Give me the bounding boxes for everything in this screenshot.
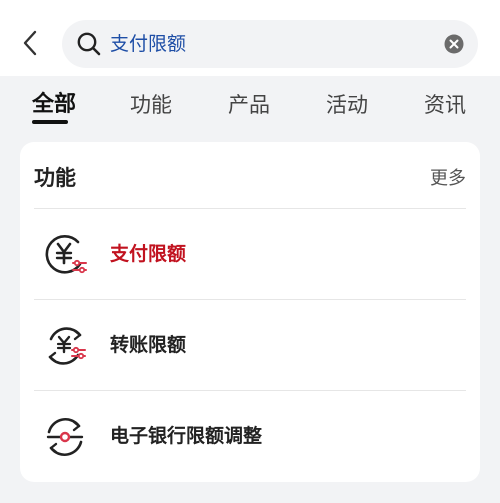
list-item-label: 支付限额: [110, 243, 187, 265]
active-tab-indicator: [32, 120, 68, 124]
search-field[interactable]: 支付限额: [62, 20, 478, 68]
list-item-label: 转账限额: [110, 334, 187, 356]
more-link[interactable]: 更多: [430, 164, 466, 190]
transfer-limit-icon: [48, 327, 86, 365]
yuan-limit-icon: [45, 235, 87, 274]
section-title: 功能: [34, 166, 76, 190]
tab-functions[interactable]: 功能: [130, 90, 172, 124]
tab-label: 全部: [32, 92, 77, 117]
tab-activities[interactable]: 活动: [326, 90, 368, 124]
tab-products[interactable]: 产品: [228, 90, 270, 124]
tab-all[interactable]: 全部: [32, 90, 76, 124]
search-icon: [77, 32, 101, 56]
list-item-label: 电子银行限额调整: [110, 425, 263, 447]
search-input[interactable]: 支付限额: [110, 20, 186, 68]
clear-icon[interactable]: [444, 34, 464, 54]
chevron-left-icon: [23, 30, 37, 56]
tab-news[interactable]: 资讯: [424, 90, 466, 124]
list-item-payment-limit[interactable]: 支付限额: [34, 209, 466, 299]
tab-bar: 全部 功能 产品 活动 资讯: [0, 76, 500, 134]
list-item-transfer-limit[interactable]: 转账限额: [34, 300, 466, 390]
tab-label: 活动: [326, 93, 368, 117]
tab-label: 资讯: [424, 93, 466, 117]
back-button[interactable]: [14, 26, 48, 60]
list-item-ebank-limit-adjust[interactable]: 电子银行限额调整: [34, 391, 466, 481]
tab-label: 功能: [130, 93, 172, 117]
functions-card: 功能 更多 支付限额 转账限额 电子银行限额调整: [20, 142, 480, 482]
tab-label: 产品: [228, 93, 270, 117]
ebank-limit-adjust-icon: [46, 417, 84, 457]
search-header: 支付限额: [0, 0, 500, 76]
